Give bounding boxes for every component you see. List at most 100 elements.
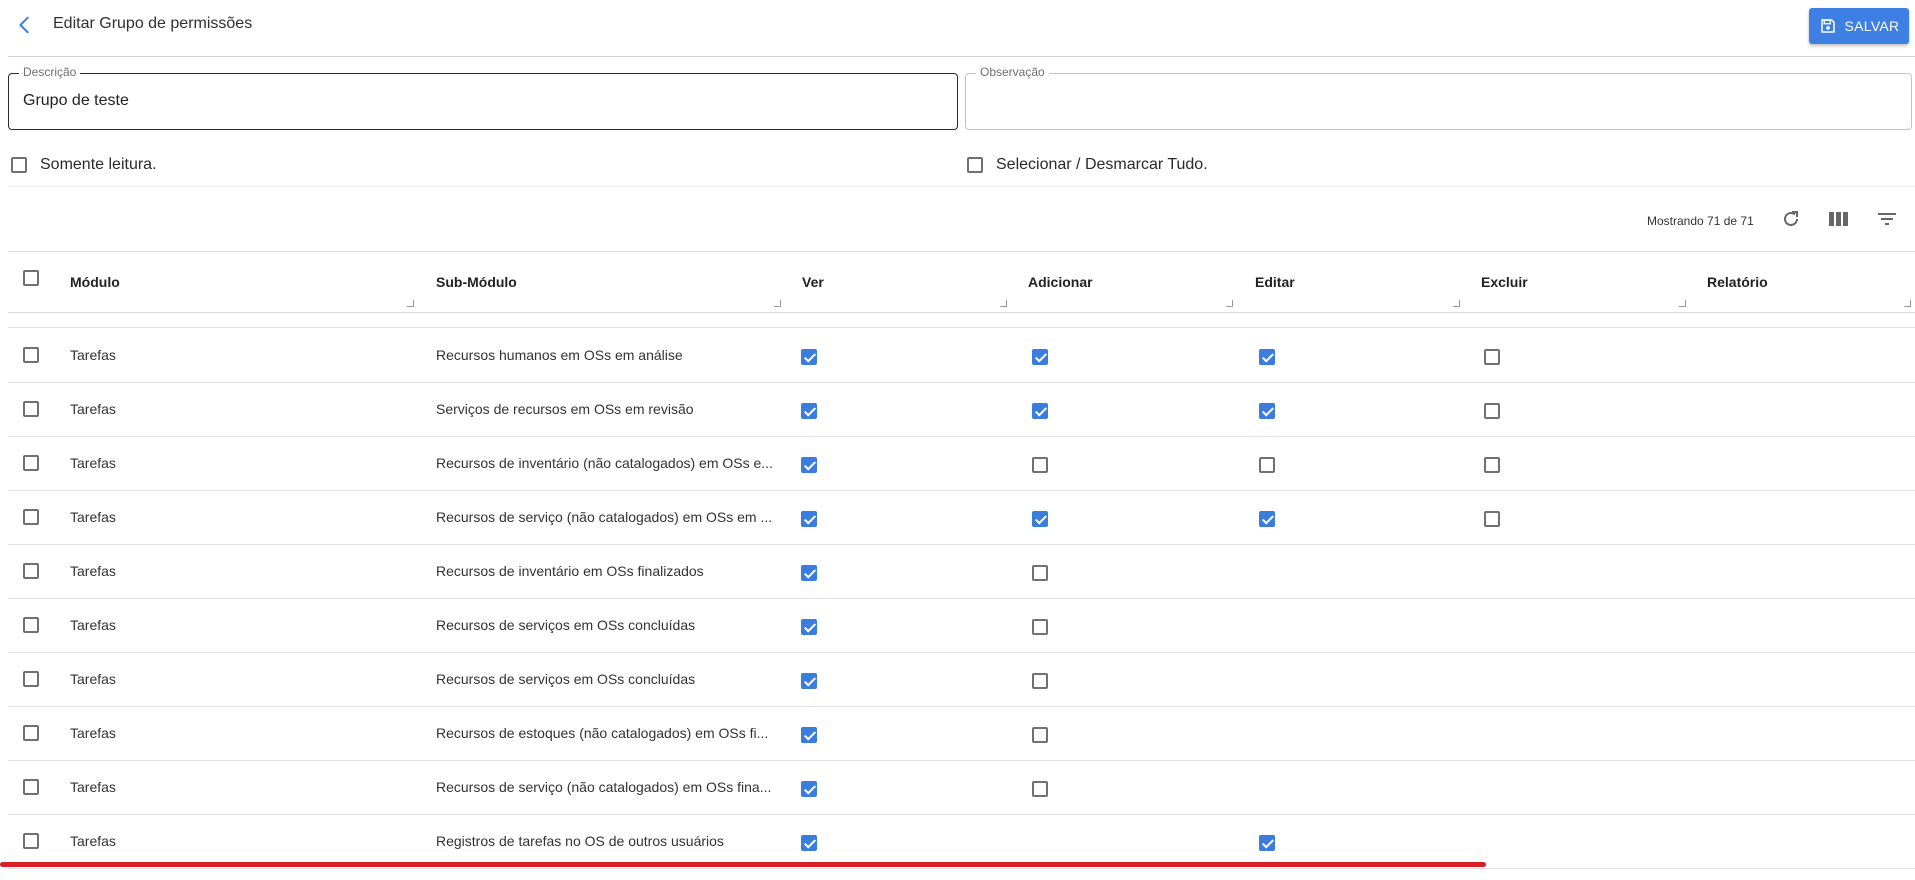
select-all-checkbox[interactable] [967, 157, 983, 173]
permission-checkbox-adicionar[interactable] [1032, 619, 1048, 635]
column-resize-handle[interactable] [1904, 300, 1911, 307]
permission-checkbox-adicionar[interactable] [1032, 349, 1048, 365]
permission-checkbox-ver[interactable] [801, 403, 817, 419]
row-select-checkbox[interactable] [23, 617, 39, 633]
permission-checkbox-excluir[interactable] [1484, 403, 1500, 419]
row-select-checkbox[interactable] [23, 671, 39, 687]
permission-checkbox-ver[interactable] [801, 619, 817, 635]
row-select-checkbox[interactable] [23, 509, 39, 525]
columns-button[interactable] [1826, 207, 1850, 231]
table-row[interactable]: Tarefas Recursos de inventário em OSs fin… [8, 544, 1915, 599]
column-header-modulo[interactable]: Módulo [70, 274, 120, 290]
row-select-checkbox[interactable] [23, 725, 39, 741]
permission-checkbox-excluir[interactable] [1484, 457, 1500, 473]
description-field[interactable]: Descrição Grupo de teste [8, 65, 958, 130]
column-header-excluir[interactable]: Excluir [1481, 274, 1528, 290]
cell-submodulo: Recursos de inventário em OSs finalizado… [436, 563, 704, 579]
observation-field[interactable]: Observação [965, 65, 1912, 130]
page-title: Editar Grupo de permissões [53, 15, 253, 32]
permission-checkbox-adicionar[interactable] [1032, 511, 1048, 527]
save-button[interactable]: SALVAR [1809, 8, 1909, 44]
permission-checkbox-adicionar[interactable] [1032, 457, 1048, 473]
cell-modulo: Tarefas [70, 455, 116, 471]
cell-submodulo: Recursos de serviço (não catalogados) em… [436, 509, 773, 525]
permission-checkbox-adicionar[interactable] [1032, 727, 1048, 743]
column-resize-handle[interactable] [1226, 300, 1233, 307]
table-row[interactable]: Tarefas Recursos de inventário (não catal… [8, 436, 1915, 491]
permission-checkbox-ver[interactable] [801, 511, 817, 527]
column-header-ver[interactable]: Ver [802, 274, 824, 290]
permission-checkbox-editar[interactable] [1259, 457, 1275, 473]
read-only-label: Somente leitura. [40, 156, 157, 173]
back-button[interactable] [14, 14, 36, 36]
cell-submodulo: Recursos humanos em OSs em análise [436, 347, 683, 363]
table-row[interactable]: Tarefas Recursos de serviços em OSs concl… [8, 598, 1915, 653]
column-resize-handle[interactable] [1453, 300, 1460, 307]
permission-checkbox-adicionar[interactable] [1032, 403, 1048, 419]
cell-submodulo: Recursos de estoques (não catalogados) e… [436, 725, 769, 741]
read-only-checkbox[interactable] [11, 157, 27, 173]
permission-checkbox-ver[interactable] [801, 349, 817, 365]
header-divider [8, 56, 1915, 57]
table-top-border [8, 251, 1915, 252]
column-header-editar[interactable]: Editar [1255, 274, 1295, 290]
save-label: SALVAR [1844, 18, 1900, 34]
table-row[interactable]: Tarefas Recursos de serviço (não cataloga… [8, 760, 1915, 815]
table-row[interactable]: Tarefas Recursos humanos em OSs em anális… [8, 328, 1915, 383]
description-value: Grupo de teste [23, 92, 129, 109]
permission-checkbox-ver[interactable] [801, 565, 817, 581]
cell-modulo: Tarefas [70, 401, 116, 417]
permission-checkbox-ver[interactable] [801, 781, 817, 797]
table-row[interactable]: Tarefas Serviços de recursos em OSs em re… [8, 382, 1915, 437]
options-divider [8, 186, 1915, 187]
permission-checkbox-excluir[interactable] [1484, 511, 1500, 527]
columns-icon [1829, 212, 1848, 226]
row-select-checkbox[interactable] [23, 779, 39, 795]
permission-checkbox-editar[interactable] [1259, 511, 1275, 527]
table-row[interactable]: Tarefas Recursos de serviço (não cataloga… [8, 490, 1915, 545]
header-border [8, 312, 1915, 313]
row-select-checkbox[interactable] [23, 401, 39, 417]
save-icon [1820, 19, 1835, 33]
select-all-rows-checkbox[interactable] [23, 270, 39, 286]
table-row[interactable]: Tarefas Recursos de serviços em OSs concl… [8, 652, 1915, 707]
chevron-left-icon [19, 16, 29, 34]
table-row[interactable]: Tarefas Recursos de estoques (não catalog… [8, 706, 1915, 761]
filter-icon [1878, 213, 1896, 225]
permission-checkbox-editar[interactable] [1259, 403, 1275, 419]
permission-checkbox-ver[interactable] [801, 673, 817, 689]
row-select-checkbox[interactable] [23, 347, 39, 363]
row-select-checkbox[interactable] [23, 563, 39, 579]
column-header-adicionar[interactable]: Adicionar [1028, 274, 1093, 290]
column-resize-handle[interactable] [407, 300, 414, 307]
row-select-checkbox[interactable] [23, 455, 39, 471]
column-resize-handle[interactable] [774, 300, 781, 307]
column-resize-handle[interactable] [1679, 300, 1686, 307]
cell-modulo: Tarefas [70, 833, 116, 849]
column-header-submodulo[interactable]: Sub-Módulo [436, 274, 517, 290]
cell-modulo: Tarefas [70, 617, 116, 633]
cell-submodulo: Recursos de serviço (não catalogados) em… [436, 779, 772, 795]
permission-checkbox-adicionar[interactable] [1032, 673, 1048, 689]
description-label: Descrição [19, 65, 81, 79]
horizontal-scroll-indicator[interactable] [0, 862, 1486, 867]
cell-submodulo: Recursos de inventário (não catalogados)… [436, 455, 773, 471]
select-all-label: Selecionar / Desmarcar Tudo. [996, 156, 1208, 173]
observation-label: Observação [976, 65, 1049, 79]
cell-modulo: Tarefas [70, 671, 116, 687]
permission-checkbox-editar[interactable] [1259, 835, 1275, 851]
permission-checkbox-adicionar[interactable] [1032, 781, 1048, 797]
column-resize-handle[interactable] [1000, 300, 1007, 307]
permission-checkbox-excluir[interactable] [1484, 349, 1500, 365]
permission-checkbox-ver[interactable] [801, 457, 817, 473]
permission-checkbox-editar[interactable] [1259, 349, 1275, 365]
permission-checkbox-ver[interactable] [801, 835, 817, 851]
permission-checkbox-ver[interactable] [801, 727, 817, 743]
row-select-checkbox[interactable] [23, 833, 39, 849]
refresh-button[interactable] [1779, 207, 1803, 231]
permission-checkbox-adicionar[interactable] [1032, 565, 1048, 581]
column-header-relatorio[interactable]: Relatório [1707, 274, 1768, 290]
table-row[interactable]: Tarefas Registros de tarefas no OS de out… [8, 814, 1915, 869]
cell-modulo: Tarefas [70, 779, 116, 795]
filter-button[interactable] [1875, 207, 1899, 231]
